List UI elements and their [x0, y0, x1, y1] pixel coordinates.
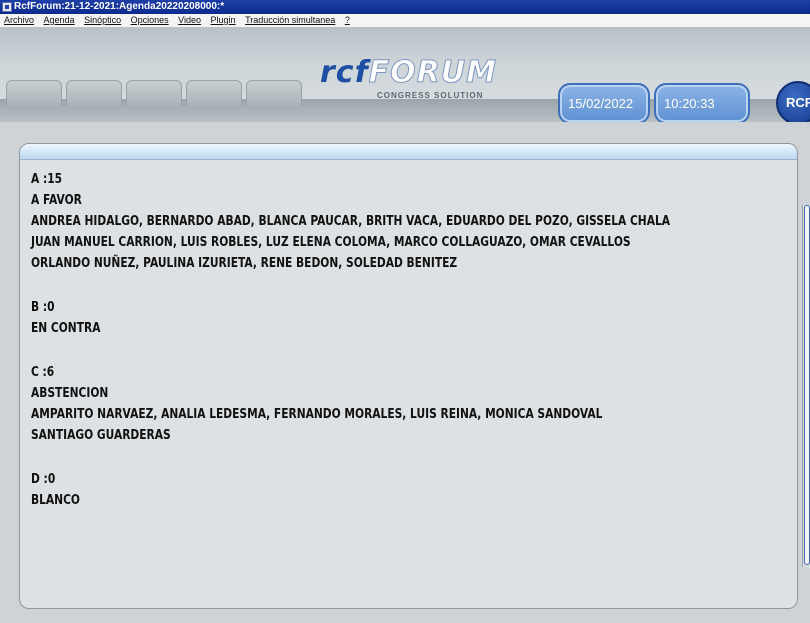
result-a: A :15 A FAVOR ANDREA HIDALGO, BERNARDO A… — [31, 169, 671, 274]
menu-opciones[interactable]: Opciones — [131, 14, 169, 27]
result-code: B :0 — [31, 300, 55, 315]
menu-sinoptico[interactable]: Sinóptico — [84, 14, 121, 27]
title-bar: RcfForum:21-12-2021:Agenda20220208000:* — [0, 0, 810, 14]
results-panel: A :15 A FAVOR ANDREA HIDALGO, BERNARDO A… — [19, 143, 798, 609]
window-title: RcfForum:21-12-2021:Agenda20220208000:* — [14, 1, 225, 12]
scrollbar-thumb[interactable] — [804, 205, 810, 565]
tab-3[interactable] — [126, 80, 182, 106]
header: rcfFORUM CONGRESS SOLUTION 15/02/2022 10… — [0, 27, 810, 127]
tab-strip — [6, 80, 302, 106]
menu-agenda[interactable]: Agenda — [44, 14, 75, 27]
result-names-line: JUAN MANUEL CARRION, LUIS ROBLES, LUZ EL… — [31, 235, 631, 250]
rcf-forum-logo: rcfFORUM CONGRESS SOLUTION — [320, 55, 538, 102]
result-label: BLANCO — [31, 493, 80, 508]
result-code: D :0 — [31, 472, 56, 487]
tab-2[interactable] — [66, 80, 122, 106]
app-icon — [2, 2, 12, 12]
menu-bar: Archivo Agenda Sinóptico Opciones Video … — [0, 14, 810, 27]
panel-header — [20, 144, 797, 160]
result-code: C :6 — [31, 365, 55, 380]
menu-help[interactable]: ? — [345, 14, 350, 27]
date-display: 15/02/2022 — [558, 83, 650, 124]
menu-archivo[interactable]: Archivo — [4, 14, 34, 27]
logo-rcf: rcf — [320, 55, 369, 90]
menu-traduccion[interactable]: Traducción simultanea — [245, 14, 335, 27]
tab-5[interactable] — [246, 80, 302, 106]
logo-subtitle: CONGRESS SOLUTION — [377, 91, 484, 100]
result-d: D :0 BLANCO — [31, 469, 638, 511]
result-label: A FAVOR — [31, 193, 82, 208]
result-label: EN CONTRA — [31, 321, 101, 336]
results-content: A :15 A FAVOR ANDREA HIDALGO, BERNARDO A… — [31, 169, 671, 534]
result-names-line: ORLANDO NUÑEZ, PAULINA IZURIETA, RENE BE… — [31, 256, 458, 271]
tab-4[interactable] — [186, 80, 242, 106]
result-code: A :15 — [31, 172, 63, 187]
result-c: C :6 ABSTENCION AMPARITO NARVAEZ, ANALIA… — [31, 362, 638, 446]
result-label: ABSTENCION — [31, 386, 109, 401]
result-names-line: SANTIAGO GUARDERAS — [31, 428, 171, 443]
tab-1[interactable] — [6, 80, 62, 106]
menu-plugin[interactable]: Plugin — [211, 14, 236, 27]
vertical-scrollbar[interactable] — [802, 205, 810, 567]
menu-video[interactable]: Video — [178, 14, 201, 27]
result-names-line: AMPARITO NARVAEZ, ANALIA LEDESMA, FERNAN… — [31, 407, 603, 422]
time-display: 10:20:33 — [654, 83, 750, 124]
result-b: B :0 EN CONTRA — [31, 297, 638, 339]
logo-forum: FORUM — [368, 55, 497, 90]
result-names-line: ANDREA HIDALGO, BERNARDO ABAD, BLANCA PA… — [31, 214, 671, 229]
